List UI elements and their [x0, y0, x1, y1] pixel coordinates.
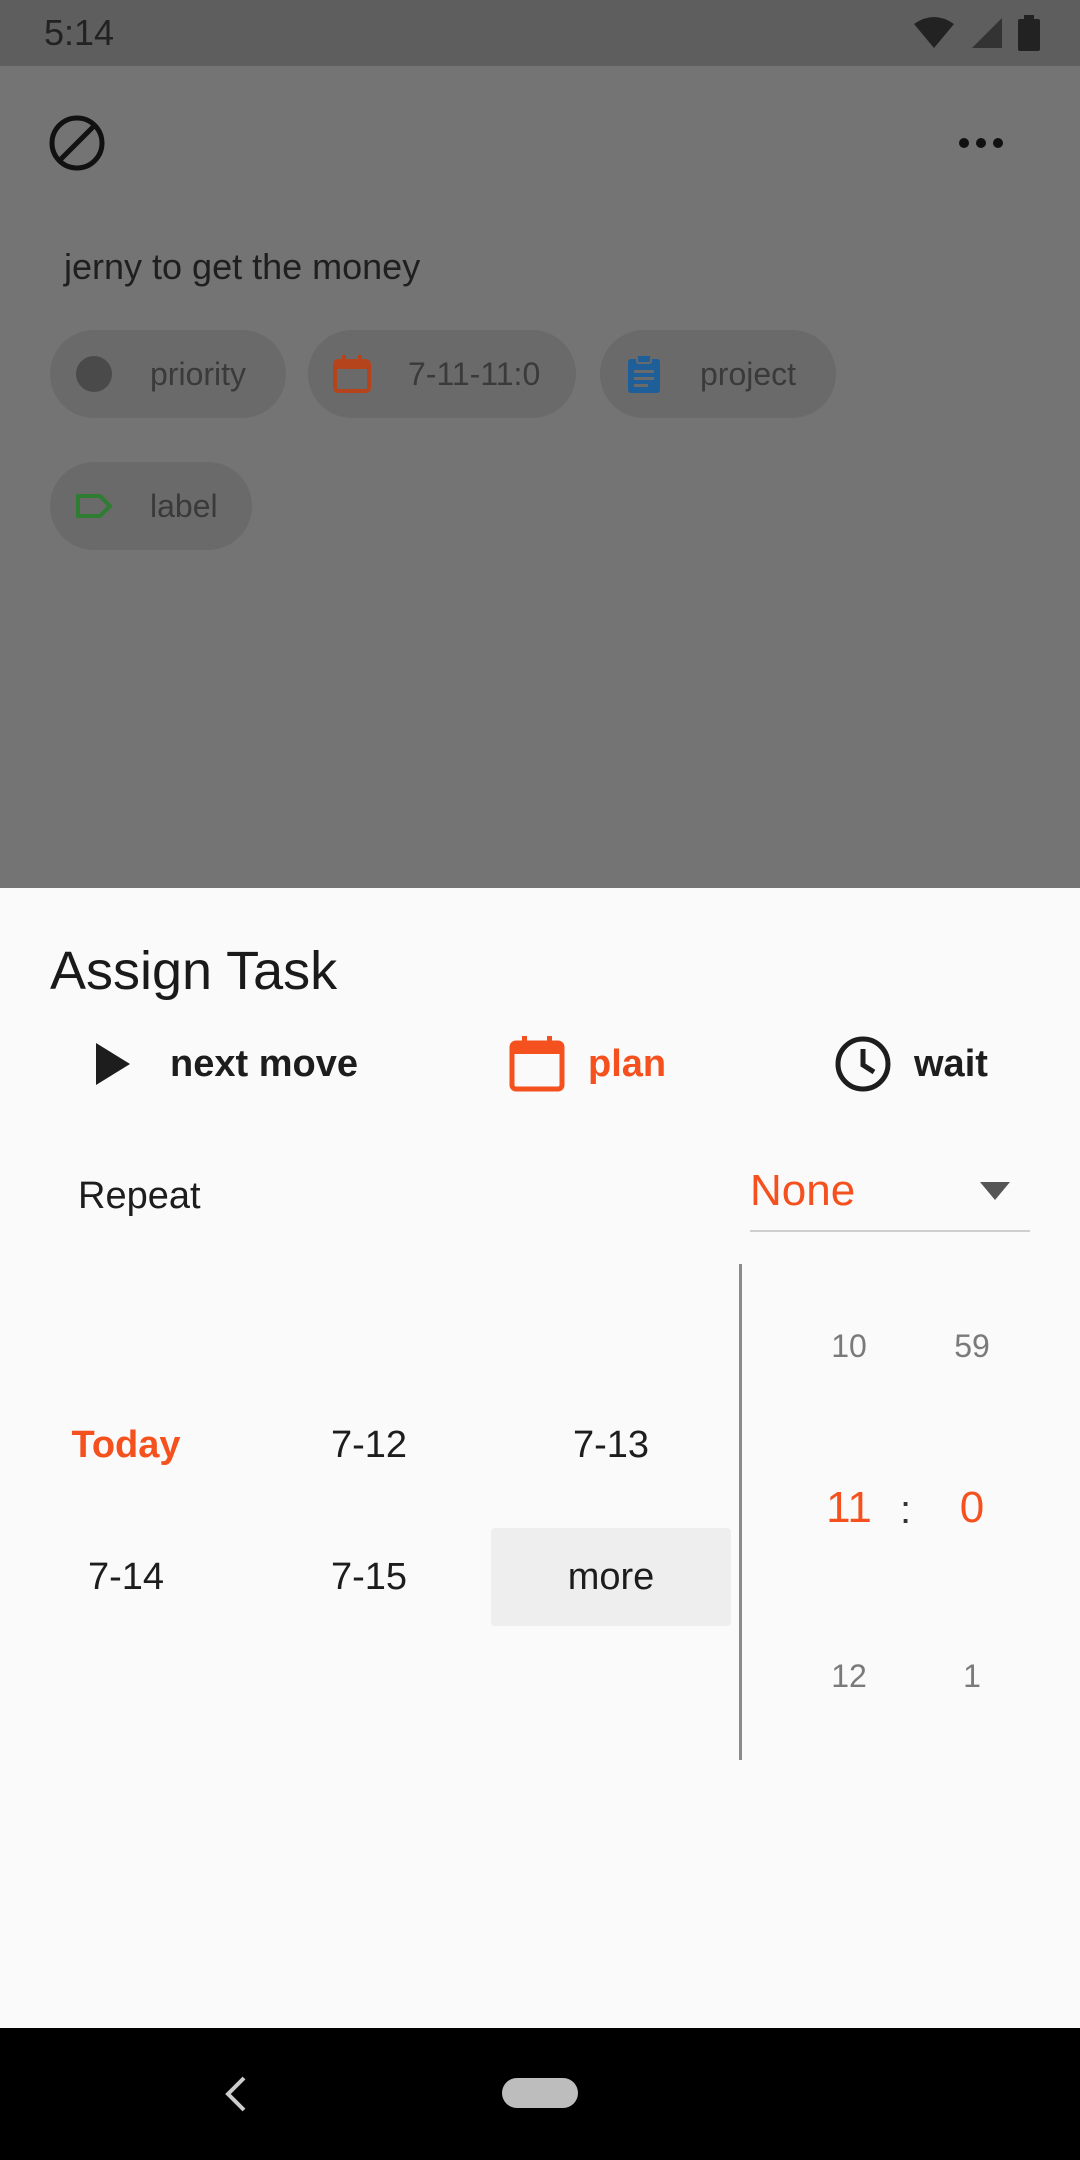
play-icon [96, 1043, 130, 1085]
date-today[interactable]: Today [6, 1396, 246, 1494]
priority-dot-icon [76, 356, 112, 392]
label-chip[interactable]: label [50, 462, 252, 550]
status-bar: 5:14 [0, 0, 1080, 66]
dropdown-arrow-icon [980, 1182, 1010, 1200]
project-chip-label: project [700, 356, 797, 392]
date-7-12[interactable]: 7-12 [249, 1396, 489, 1494]
back-icon[interactable] [220, 2072, 250, 2116]
date-7-14[interactable]: 7-14 [6, 1528, 246, 1626]
next-move-label: next move [170, 1042, 358, 1085]
more-dates-button[interactable]: more [491, 1528, 731, 1626]
hour-selected[interactable]: 11 [799, 1483, 899, 1533]
navigation-bar [0, 2028, 1080, 2160]
calendar-icon [509, 1036, 565, 1092]
battery-icon [1018, 15, 1040, 51]
clock-icon [835, 1036, 891, 1092]
calendar-icon [333, 355, 371, 393]
time-separator: : [900, 1488, 912, 1532]
minute-next[interactable]: 1 [922, 1658, 1022, 1695]
repeat-value: None [750, 1166, 856, 1215]
date-chip-label: 7-11-11:0 [408, 356, 541, 392]
wait-label: wait [914, 1042, 988, 1085]
clipboard-icon [628, 354, 660, 393]
hour-prev[interactable]: 10 [799, 1328, 899, 1365]
priority-chip-label: priority [150, 356, 247, 392]
label-chip-label: label [150, 488, 218, 524]
more-options-icon[interactable] [956, 128, 1006, 158]
task-title[interactable]: jerny to get the money [64, 246, 420, 288]
label-tag-icon [76, 494, 113, 518]
sheet-title: Assign Task [50, 941, 338, 1001]
hour-next[interactable]: 12 [799, 1658, 899, 1695]
plan-option[interactable]: plan [508, 1034, 666, 1094]
project-chip[interactable]: project [600, 330, 836, 418]
repeat-label: Repeat [78, 1175, 201, 1217]
repeat-dropdown[interactable]: None [750, 1150, 1030, 1232]
signal-icon [972, 18, 1002, 48]
priority-chip[interactable]: priority [50, 330, 286, 418]
status-icons [912, 14, 1040, 52]
date-7-13[interactable]: 7-13 [491, 1396, 731, 1494]
plan-label: plan [588, 1042, 667, 1085]
minute-prev[interactable]: 59 [922, 1328, 1022, 1365]
next-move-option[interactable]: next move [90, 1034, 358, 1094]
home-pill[interactable] [502, 2078, 578, 2108]
minute-selected[interactable]: 0 [922, 1483, 1022, 1533]
date-7-15[interactable]: 7-15 [249, 1528, 489, 1626]
block-icon[interactable] [48, 114, 106, 172]
date-chip[interactable]: 7-11-11:0 [308, 330, 576, 418]
wait-option[interactable]: wait [834, 1034, 988, 1094]
wifi-icon [914, 17, 954, 48]
assign-task-sheet: Assign Task next move plan wait Repeat N… [0, 888, 1080, 2028]
status-time: 5:14 [44, 12, 115, 53]
picker-divider [739, 1264, 742, 1760]
